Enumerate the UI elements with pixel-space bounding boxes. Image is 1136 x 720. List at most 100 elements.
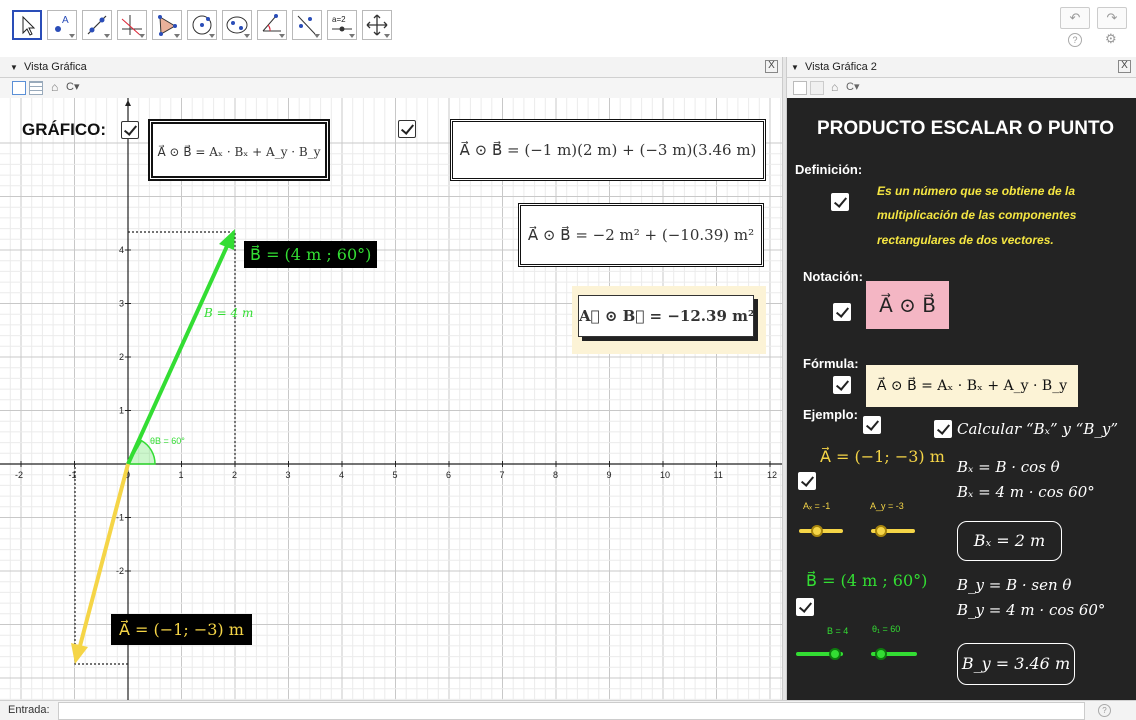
calculate-label: Calcular “Bₓ” y “B_y”: [957, 420, 1118, 438]
polygon-tool-button[interactable]: [152, 10, 182, 40]
right-panel-header: ▼ Vista Gráfica 2 X: [787, 57, 1136, 78]
definition-line-1: Es un número que se obtiene de la: [877, 184, 1076, 198]
formula-checkbox[interactable]: [833, 376, 851, 394]
input-bar: Entrada: ?: [0, 700, 1136, 720]
redo-icon: ↷: [1106, 10, 1118, 25]
general-formula-checkbox[interactable]: [121, 121, 139, 139]
undo-button[interactable]: ↶: [1060, 7, 1090, 29]
slider-ax-knob[interactable]: [811, 525, 823, 537]
formula-heading: Fórmula:: [803, 356, 859, 371]
home-icon[interactable]: ⌂: [831, 80, 838, 94]
definition-heading: Definición:: [795, 162, 863, 177]
graph-canvas[interactable]: -2-101234567891011124321-1-2-3: [0, 98, 782, 700]
y-tick-label: -1: [116, 513, 124, 523]
vector-a-checkbox[interactable]: [798, 472, 816, 490]
capture-mode-dropdown[interactable]: C▾: [846, 80, 859, 93]
by-line-2: B_y = 4 m · cos 60°: [957, 601, 1106, 619]
by-result: B_y = 3.46 m: [957, 643, 1075, 685]
x-tick-label: -2: [15, 470, 23, 480]
capture-mode-dropdown[interactable]: C▾: [66, 80, 79, 93]
notation-formula: A⃗ ⊙ B⃗: [866, 281, 949, 329]
collapse-triangle-icon[interactable]: ▼: [791, 63, 799, 72]
line-tool-button[interactable]: [82, 10, 112, 40]
x-tick-label: 3: [286, 470, 291, 480]
slider-ax-label: Aₓ = -1: [803, 501, 831, 511]
x-tick-label: 9: [607, 470, 612, 480]
by-line-1: B_y = B · sen θ: [957, 576, 1072, 594]
x-tick-label: 10: [660, 470, 670, 480]
left-panel-header: ▼ Vista Gráfica X: [0, 57, 782, 78]
formula-box: A⃗ ⊙ B⃗ = Aₓ · Bₓ + A_y · B_y: [866, 365, 1078, 407]
general-formula-box: A⃗ ⊙ B⃗ = Aₓ · Bₓ + A_y · B_y: [148, 119, 330, 181]
slider-tool-button[interactable]: a=2: [327, 10, 357, 40]
left-panel-close-button[interactable]: X: [765, 60, 778, 73]
x-tick-label: 4: [339, 470, 344, 480]
input-label: Entrada:: [8, 704, 50, 716]
toolbar: A a=2 ↶ ↷ ? ⚙: [0, 0, 1136, 58]
y-tick-label: 4: [119, 245, 124, 255]
definition-line-3: rectangulares de dos vectores.: [877, 233, 1054, 247]
point-tool-button[interactable]: A: [47, 10, 77, 40]
vector-b-arrow: [126, 243, 230, 465]
undo-icon: ↶: [1069, 10, 1081, 25]
angle-tool-button[interactable]: [257, 10, 287, 40]
slider-b-knob[interactable]: [829, 648, 841, 660]
input-help-button[interactable]: ?: [1098, 704, 1111, 717]
result-inner: A⃗ ⊙ B⃗ = −12.39 m²: [578, 295, 755, 337]
substitution-formula-box: A⃗ ⊙ B⃗ = (−1 m)(2 m) + (−3 m)(3.46 m): [450, 119, 766, 181]
redo-button[interactable]: ↷: [1097, 7, 1127, 29]
graphics-view[interactable]: -2-101234567891011124321-1-2-3 GRÁFICO: …: [0, 98, 782, 700]
svg-text:A: A: [62, 15, 69, 26]
x-tick-label: 2: [232, 470, 237, 480]
bx-result: Bₓ = 2 m: [957, 521, 1062, 561]
axes-toggle-icon[interactable]: [793, 81, 807, 95]
substitution-checkbox[interactable]: [398, 120, 416, 138]
calculate-checkbox[interactable]: [934, 420, 952, 438]
x-tick-label: 7: [500, 470, 505, 480]
settings-button[interactable]: ⚙: [1105, 31, 1117, 47]
example-heading: Ejemplo:: [803, 407, 858, 422]
left-panel-title: Vista Gráfica: [23, 61, 87, 73]
right-panel-title: Vista Gráfica 2: [804, 61, 877, 73]
definition-line-2: multiplicación de las componentes: [877, 208, 1077, 222]
x-tick-label: 11: [714, 470, 723, 480]
axes-toggle-icon[interactable]: [12, 81, 26, 95]
right-panel-close-button[interactable]: X: [1118, 60, 1131, 73]
slider-theta-label: θ₁ = 60: [872, 624, 901, 634]
vector-a-label: A⃗ = (−1; −3) m: [111, 614, 252, 645]
slider-b-label: B = 4: [827, 626, 849, 636]
y-tick-label: 1: [119, 406, 124, 416]
home-icon[interactable]: ⌂: [51, 80, 58, 94]
slider-ay-knob[interactable]: [875, 525, 887, 537]
bx-line-1: Bₓ = B · cos θ: [957, 458, 1060, 476]
notation-checkbox[interactable]: [833, 303, 851, 321]
vector-b-checkbox[interactable]: [796, 598, 814, 616]
definition-checkbox[interactable]: [831, 193, 849, 211]
angle-label: θB = 60°: [150, 436, 185, 446]
y-tick-label: 3: [119, 299, 124, 309]
help-button[interactable]: ?: [1068, 33, 1082, 47]
b-magnitude-label: B = 4 m: [204, 306, 254, 320]
x-tick-label: 6: [446, 470, 451, 480]
graphics-view-2[interactable]: PRODUCTO ESCALAR O PUNTO Definición: Es …: [787, 98, 1136, 700]
move-view-tool-button[interactable]: [362, 10, 392, 40]
gear-icon: ⚙: [1105, 31, 1117, 46]
result-box: A⃗ ⊙ B⃗ = −12.39 m²: [572, 286, 766, 354]
vector-b-title: B⃗ = (4 m ; 60°): [806, 571, 928, 590]
x-tick-label: 12: [767, 470, 777, 480]
example-checkbox[interactable]: [863, 416, 881, 434]
collapse-triangle-icon[interactable]: ▼: [10, 63, 18, 72]
ellipse-tool-button[interactable]: [222, 10, 252, 40]
help-icon: ?: [1102, 706, 1107, 715]
reflect-tool-button[interactable]: [292, 10, 322, 40]
x-tick-label: 1: [179, 470, 184, 480]
move-tool-button[interactable]: [12, 10, 42, 40]
grid-toggle-icon[interactable]: [810, 81, 824, 95]
slider-theta-knob[interactable]: [875, 648, 887, 660]
perpendicular-tool-button[interactable]: [117, 10, 147, 40]
graph-title: GRÁFICO:: [22, 120, 107, 139]
grid-toggle-icon[interactable]: [29, 81, 43, 95]
input-field[interactable]: [58, 702, 1085, 720]
circle-tool-button[interactable]: [187, 10, 217, 40]
x-tick-label: 5: [393, 470, 398, 480]
